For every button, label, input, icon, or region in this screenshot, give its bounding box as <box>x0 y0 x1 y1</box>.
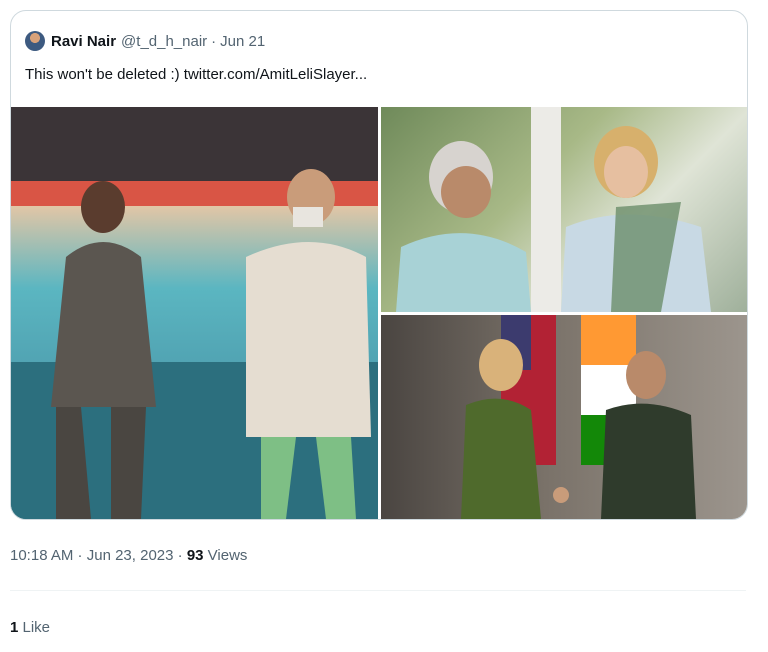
divider <box>10 590 746 591</box>
quoted-tweet-header: Ravi Nair @t_d_h_nair · Jun 21 <box>25 31 265 51</box>
quoted-tweet[interactable]: Ravi Nair @t_d_h_nair · Jun 21 This won'… <box>10 10 748 520</box>
meta-separator: · <box>173 547 187 564</box>
views-label: Views <box>203 547 248 564</box>
photo-2[interactable] <box>381 107 747 312</box>
likes-summary[interactable]: 1 Like <box>10 619 50 636</box>
author-name[interactable]: Ravi Nair <box>51 33 116 50</box>
tweet-time[interactable]: 10:18 AM <box>10 547 73 564</box>
meta-separator: · <box>73 547 87 564</box>
quoted-date[interactable]: Jun 21 <box>220 33 265 50</box>
tweet-date[interactable]: Jun 23, 2023 <box>87 547 174 564</box>
photo-3[interactable] <box>381 315 747 519</box>
author-handle[interactable]: @t_d_h_nair <box>121 33 207 50</box>
tweet-meta: 10:18 AM · Jun 23, 2023 · 93 Views <box>10 547 247 564</box>
views-count: 93 <box>186 547 204 564</box>
photo-1[interactable] <box>11 107 378 519</box>
quoted-tweet-text[interactable]: This won't be deleted :) twitter.com/Ami… <box>25 66 367 83</box>
photo-2-illustration <box>396 107 711 312</box>
media-grid <box>11 107 747 519</box>
avatar[interactable] <box>25 31 45 51</box>
photo-3-illustration <box>461 315 696 519</box>
photo-1-illustration <box>11 169 378 519</box>
likes-label: Like <box>18 619 51 636</box>
header-separator: · <box>211 32 217 50</box>
